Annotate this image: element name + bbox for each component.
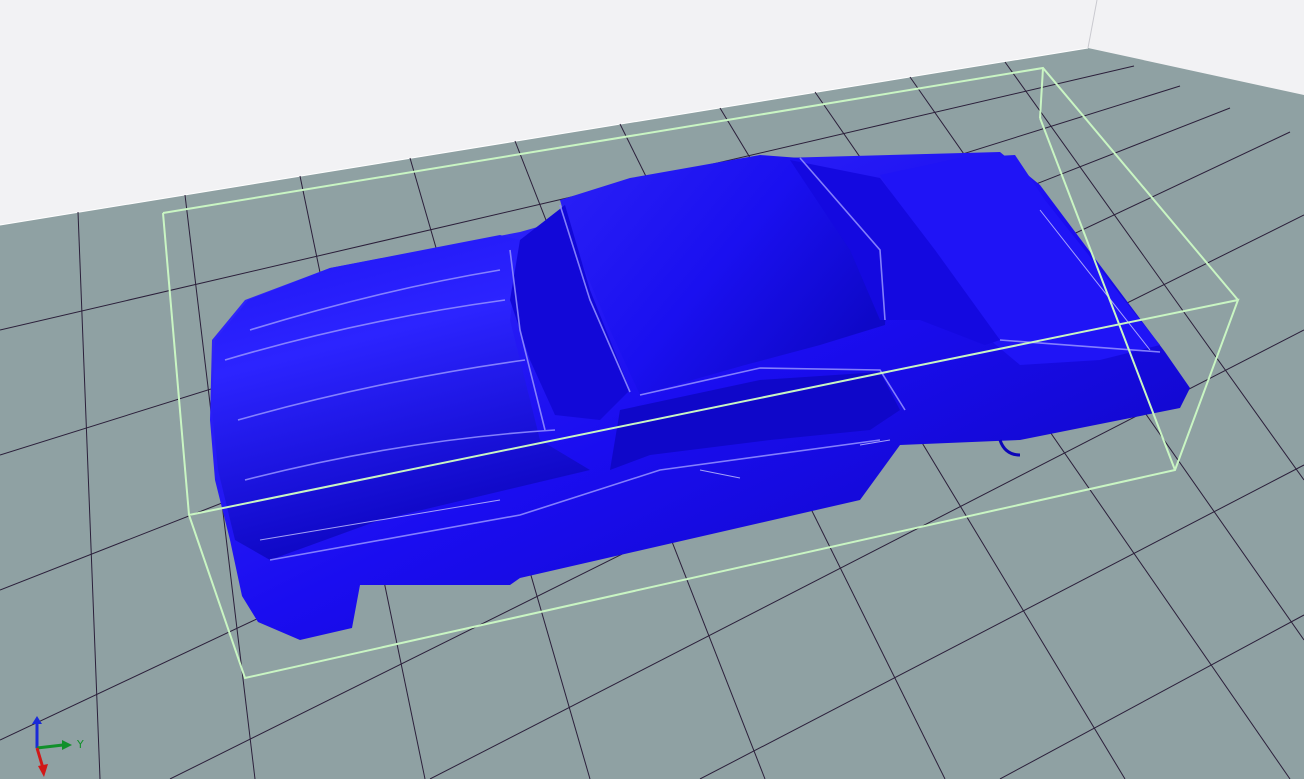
y-axis-label: Y [76, 738, 84, 751]
3d-viewport[interactable]: Y [0, 0, 1304, 779]
